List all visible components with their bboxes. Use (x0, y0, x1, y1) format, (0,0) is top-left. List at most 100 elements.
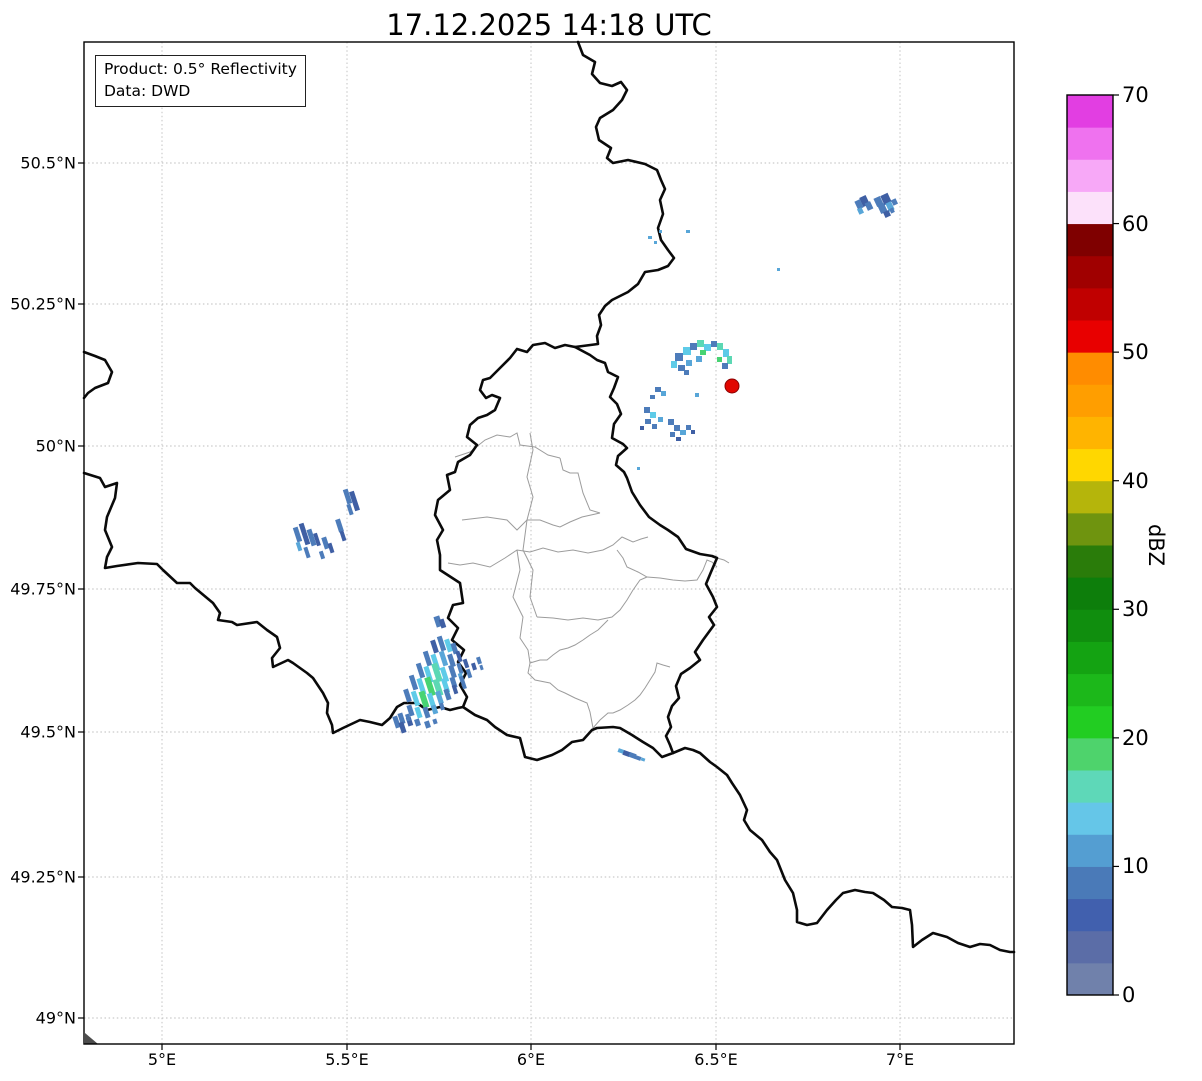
x-tick-label: 7°E (885, 1050, 915, 1069)
colorbar-segment (1067, 641, 1113, 675)
x-tick-label: 6°E (516, 1050, 546, 1069)
echo-cell (686, 360, 692, 366)
colorbar-segment (1067, 384, 1113, 417)
colorbar-tick-label: 10 (1122, 854, 1149, 879)
y-tick-label: 49.75°N (10, 579, 76, 599)
echo-cell (462, 658, 470, 669)
colorbar-segment (1067, 95, 1113, 128)
echo-cell (640, 757, 646, 762)
reflectivity-echoes (292, 192, 899, 762)
y-tick-label: 49.5°N (20, 722, 76, 742)
echo-cell (678, 365, 685, 371)
colorbar-segment (1067, 127, 1113, 160)
echo-cell (655, 387, 661, 392)
colorbar-segment (1067, 962, 1113, 996)
echo-cell (430, 639, 439, 654)
y-tick-label: 50°N (35, 436, 76, 456)
echo-cell (683, 347, 691, 355)
echo-cell (471, 662, 477, 671)
echo-cell (727, 356, 732, 364)
echo-cell (652, 424, 657, 429)
echo-cell (476, 656, 482, 665)
colorbar-segment (1067, 770, 1113, 803)
colorbar-ticks (1113, 94, 1119, 996)
y-tick-label: 49.25°N (10, 867, 76, 887)
map-canvas (78, 40, 1119, 1050)
echo-cell (654, 241, 657, 244)
echo-cell (697, 340, 704, 347)
echo-cell (717, 357, 722, 362)
echo-cell (634, 755, 642, 761)
echo-cell (684, 370, 689, 375)
echo-cell (700, 350, 706, 355)
echo-cell (696, 356, 702, 362)
echo-cell (414, 706, 423, 719)
product-line: Product: 0.5° Reflectivity (104, 60, 297, 78)
echo-cell (676, 437, 681, 441)
colorbar-segment (1067, 930, 1113, 964)
colorbar-segment (1067, 255, 1113, 289)
echo-cell (661, 391, 666, 396)
corner-wedge (85, 1033, 98, 1044)
echo-cell (690, 343, 697, 350)
echo-cell (479, 664, 484, 671)
echoes-northeast (854, 192, 899, 218)
echo-cell (658, 417, 663, 422)
echo-cell (318, 550, 326, 560)
echo-cell (723, 349, 729, 357)
colorbar-segment (1067, 191, 1113, 225)
echo-cell (339, 530, 347, 542)
x-tick-label: 5°E (147, 1050, 177, 1069)
colorbar-segment (1067, 352, 1113, 385)
colorbar-segment (1067, 609, 1113, 642)
echoes-southwest (392, 615, 484, 734)
colorbar-tick-label: 50 (1122, 340, 1149, 365)
echo-cell (674, 425, 680, 431)
colorbar-axis-label: dBZ (1144, 523, 1168, 567)
echo-cell (295, 541, 303, 552)
colorbar-segment (1067, 737, 1113, 771)
colorbar-segment (1067, 320, 1113, 353)
echo-cell (644, 407, 650, 413)
echo-cell (439, 702, 445, 711)
data-source-line: Data: DWD (104, 81, 191, 100)
echo-south (617, 748, 646, 762)
echo-cell (686, 425, 691, 430)
colorbar-segment (1067, 545, 1113, 578)
admin-borders (447, 432, 730, 729)
echo-cell (346, 503, 354, 516)
axis-ticks (78, 162, 901, 1050)
product-info-box: Product: 0.5° Reflectivity Data: DWD (95, 55, 306, 108)
colorbar-tick-label: 20 (1122, 725, 1149, 750)
colorbar-segment (1067, 480, 1113, 514)
echo-cell (711, 341, 717, 347)
colorbar (1067, 95, 1113, 996)
colorbar-segment (1067, 448, 1113, 482)
colorbar-segment (1067, 673, 1113, 707)
y-tick-label: 49°N (35, 1008, 76, 1028)
echo-cell (650, 412, 656, 418)
colorbar-segment (1067, 223, 1113, 257)
echo-cell (403, 688, 412, 703)
echo-cell (722, 363, 728, 369)
colorbar-segment (1067, 287, 1113, 321)
echo-cell (695, 393, 699, 397)
radar-map-figure: 17.12.2025 14:18 UTC Product: 0.5° Refle… (0, 0, 1202, 1081)
echo-cell (717, 343, 723, 350)
echoes-west (292, 488, 360, 560)
echo-cell (680, 430, 686, 435)
echo-cell (777, 268, 780, 271)
echo-cell (408, 674, 419, 691)
y-tick-label: 50.5°N (20, 153, 76, 173)
colorbar-tick-label: 0 (1122, 983, 1136, 1007)
colorbar-segment (1067, 159, 1113, 192)
echo-cell (659, 230, 662, 233)
echo-cell (448, 664, 457, 679)
colorbar-segment (1067, 834, 1113, 867)
echo-cell (704, 344, 711, 351)
echo-cell (670, 432, 675, 437)
x-tick-label: 6.5°E (694, 1050, 738, 1069)
y-tick-label: 50.25°N (10, 294, 76, 314)
country-borders (82, 40, 1016, 954)
echo-cell (671, 361, 677, 368)
